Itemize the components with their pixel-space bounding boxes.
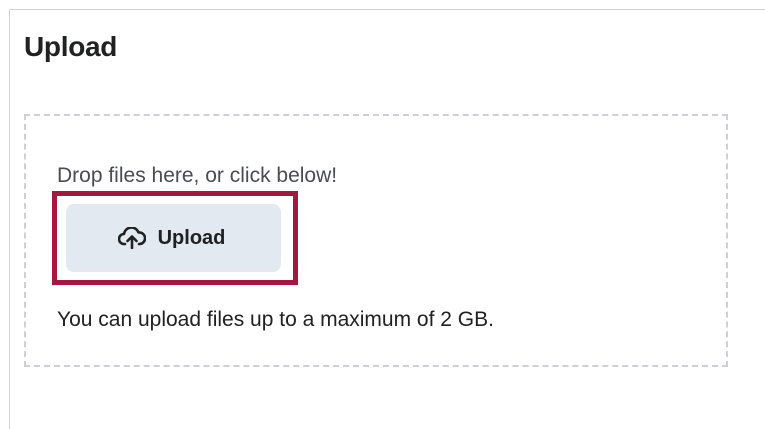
upload-button[interactable]: Upload <box>66 204 281 272</box>
upload-button-label: Upload <box>157 227 226 249</box>
cloud-upload-icon <box>117 227 146 249</box>
dropzone-instructions: Drop files here, or click below! <box>57 164 338 187</box>
upload-size-limit: You can upload files up to a maximum of … <box>57 308 494 331</box>
upload-title: Upload <box>24 31 118 62</box>
